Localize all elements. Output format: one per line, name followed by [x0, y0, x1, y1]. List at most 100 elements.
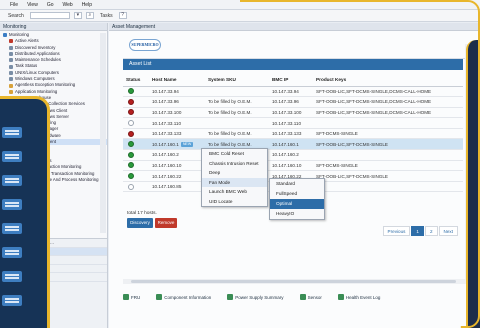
document-icon — [2, 223, 22, 234]
col-status[interactable]: Status — [123, 74, 149, 87]
document-icon — [2, 151, 22, 162]
navigation-scrollbar[interactable] — [100, 33, 106, 233]
fan-fullspeed[interactable]: FullSpeed — [270, 189, 324, 199]
host-name: 10.147.160.2 — [152, 152, 179, 158]
menu-view[interactable]: View — [27, 2, 38, 8]
table-row[interactable]: 10.147.160.10 10.147.160.10 SFT-DCMS-SINGL… — [123, 160, 463, 172]
menu-chassis-intrusion-reset[interactable]: Chassis Intrusion Reset — [202, 159, 267, 169]
tab-power-supply-summary[interactable]: Power Supply Summary — [227, 294, 284, 300]
tab-health-event-log[interactable]: Health Event Log — [337, 294, 380, 300]
bmc-ip-cell: 10.147.33.133 — [269, 128, 313, 140]
status-cell — [123, 117, 149, 129]
menu-web[interactable]: Web — [62, 2, 72, 8]
next-page-button[interactable]: Next — [438, 226, 458, 236]
product-keys-cell: SFT-DCMS-SINGLE — [313, 128, 463, 140]
scope-icon[interactable]: ▾ — [73, 12, 82, 19]
bmc-ip-cell: 10.147.160.2 — [269, 149, 313, 161]
table-row[interactable]: 10.147.160.2 10.147.160.2 — [123, 149, 463, 161]
folder-icon — [9, 52, 13, 57]
host-cell: 10.147.33.133 — [149, 128, 205, 140]
menu-file[interactable]: File — [10, 2, 18, 8]
menu-bmc-cold-reset[interactable]: BMC Cold Reset — [202, 149, 267, 159]
product-keys-cell: SFT-OOB-LIC,SFT-DCMS-SINGLE,DCMS-CALL-HO… — [313, 107, 463, 119]
health-icon — [337, 294, 344, 300]
bmc-ip-cell: 10.147.33.100 — [269, 107, 313, 119]
remove-button[interactable]: Remove — [155, 218, 177, 228]
product-keys-cell — [313, 181, 463, 193]
document-icon — [2, 271, 22, 282]
table-header-row: Status Host Name System SKU BMC IP Produ… — [123, 74, 463, 87]
main-header: Asset Management — [109, 23, 480, 31]
menu-fan-mode[interactable]: Fan Mode — [202, 177, 267, 187]
navigation-header: Monitoring — [0, 23, 107, 31]
host-cell: 10.147.160.2 — [149, 149, 205, 161]
status-cell — [123, 181, 149, 193]
host-cell: 10.147.33.94 — [149, 86, 205, 98]
host-cell: 10.147.33.110 — [149, 117, 205, 129]
sku-cell: To be filled by O.E.M. — [205, 96, 269, 108]
status-icon — [128, 162, 134, 169]
app-window: File View Go Web Help Search ▾ ⌕ Tasks ?… — [0, 0, 480, 328]
bmc-ip-cell: 10.147.160.10 — [269, 160, 313, 172]
product-keys-cell: SFT-OOB-LIC,SFT-DCMS-SINGLE — [313, 138, 463, 151]
search-input[interactable] — [29, 12, 70, 19]
product-keys-cell: SFT-OOB-LIC,SFT-DCMS-SINGLE — [313, 170, 463, 182]
toolbar: Search ▾ ⌕ Tasks ? — [0, 10, 480, 22]
help-icon[interactable]: ? — [118, 12, 127, 19]
scroll-thumb[interactable] — [131, 280, 456, 283]
table-row[interactable]: 10.147.33.100 To be filled by O.E.M. 10.14… — [123, 107, 463, 119]
menu-go[interactable]: Go — [47, 2, 54, 8]
host-cell: 10.147.160.1 NEW — [149, 138, 205, 151]
fan-heavyio[interactable]: HeavyIO — [270, 209, 324, 219]
folder-icon — [9, 45, 13, 50]
tab-label: Power Supply Summary — [235, 294, 284, 300]
col-host-name[interactable]: Host Name — [149, 74, 205, 87]
host-name: 10.147.160.1 — [152, 141, 179, 147]
tab-component-information[interactable]: Component Information — [156, 294, 211, 300]
tasks-button[interactable]: Tasks — [98, 13, 115, 19]
host-name: 10.147.160.22 — [152, 173, 182, 179]
table-row[interactable]: 10.147.33.133 To be filled by O.E.M. 10.14… — [123, 128, 463, 140]
tab-label: FRU — [131, 294, 141, 300]
power-icon — [227, 294, 234, 300]
table-row[interactable]: 10.147.160.1 NEW To be filled by O.E.M. 10.… — [123, 138, 463, 151]
status-cell — [123, 86, 149, 98]
fan-standard[interactable]: Standard — [270, 179, 324, 189]
status-cell — [123, 107, 149, 119]
status-cell — [123, 128, 149, 140]
menu-help[interactable]: Help — [82, 2, 92, 8]
host-name: 10.147.33.94 — [152, 88, 179, 94]
tab-fru[interactable]: FRU — [123, 294, 140, 300]
page-1-button[interactable]: 1 — [411, 226, 424, 236]
menu-deep[interactable]: Deep — [202, 168, 267, 178]
find-icon[interactable]: ⌕ — [85, 12, 94, 19]
document-icon — [2, 199, 22, 210]
col-bmc-ip[interactable]: BMC IP — [269, 74, 313, 87]
discovery-button[interactable]: Discovery — [127, 218, 153, 228]
fru-icon — [123, 294, 129, 300]
table-row[interactable]: 10.147.33.110 10.147.33.110 — [123, 117, 463, 129]
page-2-button[interactable]: 2 — [424, 226, 438, 236]
bmc-ip-cell: 10.147.33.110 — [269, 117, 313, 129]
host-cell: 10.147.160.85 — [149, 181, 205, 193]
status-icon — [128, 141, 134, 148]
col-product-keys[interactable]: Product Keys — [313, 74, 463, 87]
status-cell — [123, 138, 149, 151]
col-system-sku[interactable]: System SKU — [205, 74, 269, 87]
table-row[interactable]: 10.147.33.94 10.147.33.94 SFT-OOB-LIC,SFT-… — [123, 86, 463, 98]
tab-sensor[interactable]: Sensor — [299, 294, 322, 300]
fan-optimal[interactable]: Optimal — [270, 199, 324, 209]
folder-icon — [9, 64, 13, 69]
product-keys-cell: SFT-OOB-LIC,SFT-DCMS-SINGLE,DCMS-CALL-HO… — [313, 96, 463, 108]
table-row[interactable]: 10.147.33.96 To be filled by O.E.M. 10.147… — [123, 96, 463, 108]
search-label[interactable]: Search — [6, 13, 26, 19]
detail-tabs: FRU Component Information Power Supply S… — [123, 290, 473, 304]
menu-uid-locate[interactable]: UID Locate — [202, 197, 267, 207]
horizontal-scrollbar[interactable] — [123, 279, 468, 284]
status-icon — [128, 173, 134, 180]
menu-launch-bmc-web[interactable]: Launch BMC Web — [202, 187, 267, 197]
bmc-ip-cell: 10.147.160.1 — [269, 138, 313, 151]
document-icon — [2, 247, 22, 258]
product-keys-cell: SFT-OOB-LIC,SFT-DCMS-SINGLE,DCMS-CALL-HO… — [313, 86, 463, 98]
previous-page-button[interactable]: Previous — [382, 226, 411, 236]
